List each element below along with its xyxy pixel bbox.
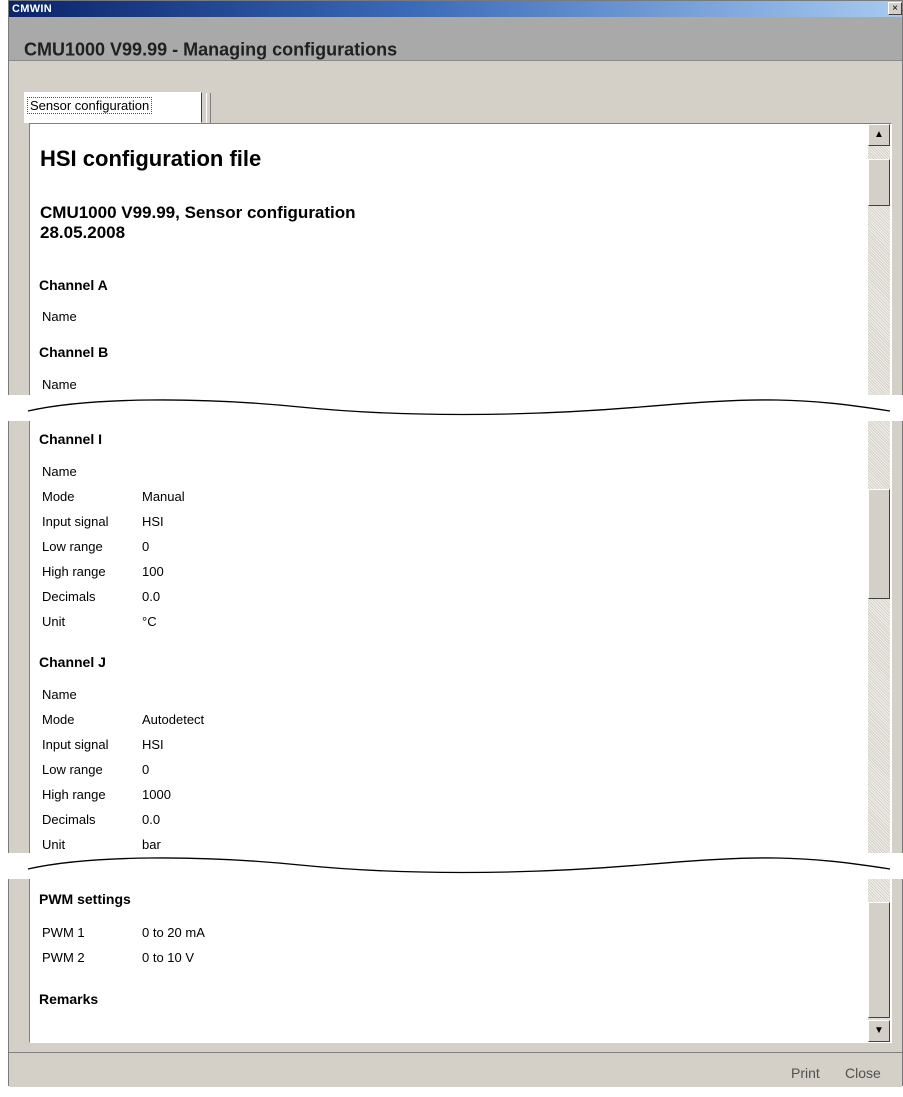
document-subtitle: CMU1000 V99.99, Sensor configuration bbox=[40, 203, 356, 222]
field-label: Input signal bbox=[42, 737, 109, 752]
header-bar: CMU1000 V99.99 - Managing configurations bbox=[9, 17, 902, 61]
field-label: Name bbox=[42, 464, 77, 479]
field-label: PWM 1 bbox=[42, 925, 85, 940]
field-label: Low range bbox=[42, 539, 103, 554]
field-value: 100 bbox=[142, 564, 164, 579]
channel-heading: Channel A bbox=[39, 277, 108, 293]
field-label: Name bbox=[42, 309, 77, 324]
field-label: Mode bbox=[42, 489, 75, 504]
tab-edge bbox=[206, 93, 211, 123]
field-label: Mode bbox=[42, 712, 75, 727]
content-panel: HSI configuration file CMU1000 V99.99, S… bbox=[29, 123, 892, 1043]
field-value: 0.0 bbox=[142, 589, 161, 604]
document-date: 28.05.2008 bbox=[40, 223, 126, 242]
field-label: Input signal bbox=[42, 514, 109, 529]
field-label: High range bbox=[42, 787, 106, 802]
field-label: Decimals bbox=[42, 589, 96, 604]
field-label: Unit bbox=[42, 614, 66, 629]
field-value: HSI bbox=[142, 737, 164, 752]
tab-sensor-configuration[interactable]: Sensor configuration bbox=[24, 92, 202, 123]
scroll-thumb-bottom[interactable] bbox=[868, 902, 890, 1018]
field-label: PWM 2 bbox=[42, 950, 85, 965]
remarks-heading: Remarks bbox=[39, 991, 99, 1007]
page-break bbox=[0, 395, 903, 421]
field-value: 0 to 10 V bbox=[142, 950, 195, 965]
tab-label: Sensor configuration bbox=[26, 97, 153, 114]
wavy-break-icon bbox=[27, 399, 891, 416]
close-icon[interactable]: × bbox=[888, 2, 902, 15]
field-value: bar bbox=[142, 837, 161, 852]
field-label: Name bbox=[42, 687, 77, 702]
scroll-up-icon[interactable]: ▲ bbox=[868, 124, 890, 146]
document-title: HSI configuration file bbox=[40, 146, 262, 171]
field-value: Manual bbox=[142, 489, 185, 504]
field-value: 0 to 20 mA bbox=[142, 925, 205, 940]
vertical-scrollbar[interactable]: ▲ ▼ bbox=[868, 124, 890, 1042]
field-label: Low range bbox=[42, 762, 103, 777]
field-value: 1000 bbox=[142, 787, 171, 802]
document-view[interactable]: HSI configuration file CMU1000 V99.99, S… bbox=[30, 124, 868, 1042]
title-bar: CMWIN × bbox=[9, 1, 902, 17]
field-value: HSI bbox=[142, 514, 164, 529]
field-label: Decimals bbox=[42, 812, 96, 827]
channel-heading: Channel I bbox=[39, 431, 103, 447]
wavy-break-icon bbox=[27, 857, 891, 874]
field-label: Unit bbox=[42, 837, 66, 852]
field-label: High range bbox=[42, 564, 106, 579]
scroll-thumb-middle[interactable] bbox=[868, 489, 890, 599]
field-label: Name bbox=[42, 377, 77, 392]
page-title: CMU1000 V99.99 - Managing configurations bbox=[24, 39, 398, 60]
scroll-thumb-top[interactable] bbox=[868, 159, 890, 206]
pwm-heading: PWM settings bbox=[39, 891, 131, 907]
field-value: Autodetect bbox=[142, 712, 205, 727]
channel-heading: Channel J bbox=[39, 654, 106, 670]
field-value: 0 bbox=[142, 539, 150, 554]
channel-heading: Channel B bbox=[39, 344, 109, 360]
app-title: CMWIN bbox=[12, 3, 52, 15]
page-break bbox=[0, 853, 903, 879]
field-value: 0 bbox=[142, 762, 150, 777]
close-button[interactable]: Close bbox=[845, 1065, 881, 1081]
field-value: 0.0 bbox=[142, 812, 161, 827]
print-button[interactable]: Print bbox=[791, 1065, 820, 1081]
footer-bar: Print Close bbox=[9, 1052, 902, 1087]
field-value: °C bbox=[142, 614, 157, 629]
scroll-down-icon[interactable]: ▼ bbox=[868, 1020, 890, 1042]
